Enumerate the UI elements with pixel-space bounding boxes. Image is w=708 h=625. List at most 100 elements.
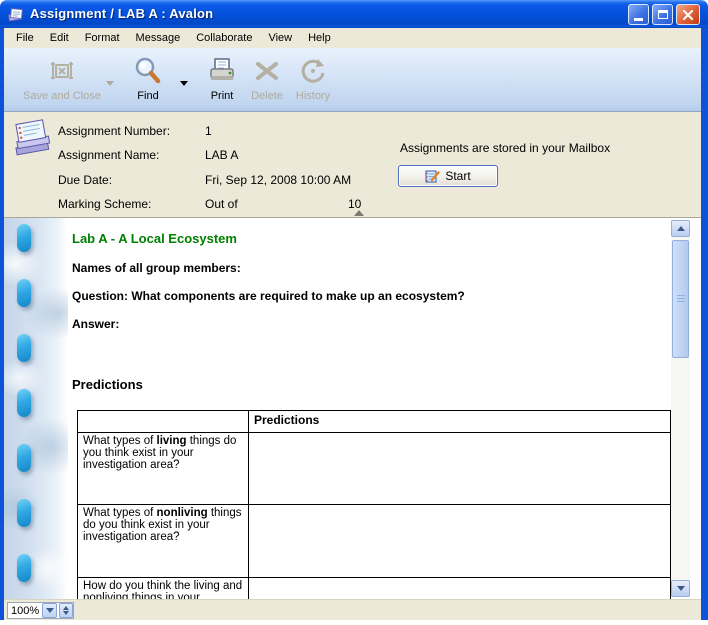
history-label: History bbox=[296, 90, 330, 102]
assignment-window: Assignment / LAB A : Avalon File Edit Fo… bbox=[0, 0, 708, 625]
question-text: How do you think the living and nonlivin… bbox=[83, 580, 242, 599]
start-button-label: Start bbox=[445, 169, 470, 183]
table-header-row: Predictions bbox=[78, 411, 671, 433]
menu-help[interactable]: Help bbox=[300, 30, 339, 46]
start-button[interactable]: Start bbox=[398, 165, 498, 187]
delete-label: Delete bbox=[251, 90, 283, 102]
question-text: What types of bbox=[83, 435, 157, 447]
menu-file[interactable]: File bbox=[8, 30, 42, 46]
marking-scheme-points: 10 bbox=[348, 197, 361, 211]
assignment-info-panel: Assignment Number: 1 Assignment Name: LA… bbox=[4, 112, 701, 218]
chevron-down-icon bbox=[46, 608, 54, 613]
chevron-down-icon bbox=[180, 81, 188, 86]
scrollbar-grip bbox=[677, 295, 685, 303]
binder-ring bbox=[17, 499, 31, 527]
statusbar: 100% bbox=[4, 599, 701, 620]
assignment-number-value: 1 bbox=[205, 124, 212, 138]
find-button[interactable]: Find bbox=[122, 51, 174, 109]
save-and-close-dropdown[interactable] bbox=[103, 76, 117, 90]
question-bold-word: nonliving bbox=[157, 507, 208, 519]
scroll-down-button[interactable] bbox=[671, 580, 690, 597]
vertical-scrollbar[interactable] bbox=[671, 220, 690, 597]
doc-paragraph: Names of all group members: bbox=[72, 261, 241, 275]
save-and-close-button[interactable]: Save and Close bbox=[22, 51, 102, 109]
window-frame: File Edit Format Message Collaborate Vie… bbox=[0, 28, 708, 620]
table-row: What types of living things do you think… bbox=[78, 433, 671, 505]
answer-cell bbox=[249, 433, 671, 505]
delete-button[interactable]: Delete bbox=[245, 51, 289, 109]
answer-cell bbox=[249, 505, 671, 578]
binder-ring bbox=[17, 444, 31, 472]
find-dropdown[interactable] bbox=[177, 76, 191, 90]
menu-view[interactable]: View bbox=[260, 30, 300, 46]
close-button[interactable] bbox=[676, 4, 700, 25]
predictions-section-title: Predictions bbox=[72, 377, 143, 392]
maximize-button[interactable] bbox=[652, 4, 673, 25]
print-button[interactable]: Print bbox=[199, 51, 245, 109]
notebook-binding bbox=[4, 218, 68, 599]
zoom-spinner[interactable] bbox=[59, 603, 73, 618]
assignment-name-value: LAB A bbox=[205, 148, 238, 162]
scroll-up-button[interactable] bbox=[671, 220, 690, 237]
history-icon bbox=[297, 55, 329, 87]
menu-edit[interactable]: Edit bbox=[42, 30, 77, 46]
spinner-down-icon bbox=[63, 611, 69, 615]
minimize-button[interactable] bbox=[628, 4, 649, 25]
history-button[interactable]: History bbox=[289, 51, 337, 109]
question-cell: How do you think the living and nonlivin… bbox=[78, 578, 249, 600]
chevron-up-icon bbox=[677, 226, 685, 231]
menu-collaborate[interactable]: Collaborate bbox=[188, 30, 260, 46]
scrollbar-thumb[interactable] bbox=[672, 240, 689, 358]
close-icon bbox=[682, 9, 694, 21]
chevron-down-icon bbox=[677, 586, 685, 591]
binder-ring bbox=[17, 389, 31, 417]
question-text: What types of bbox=[83, 507, 157, 519]
delete-icon bbox=[251, 55, 283, 87]
minimize-icon bbox=[634, 18, 643, 21]
save-and-close-icon bbox=[46, 55, 78, 87]
titlebar[interactable]: Assignment / LAB A : Avalon bbox=[0, 0, 708, 28]
app-icon bbox=[7, 5, 25, 23]
spinner-up-icon bbox=[63, 606, 69, 610]
window-title: Assignment / LAB A : Avalon bbox=[30, 6, 213, 21]
question-bold-word: living bbox=[157, 435, 187, 447]
find-icon bbox=[132, 55, 164, 87]
assignment-name-label: Assignment Name: bbox=[58, 148, 159, 162]
question-cell: What types of living things do you think… bbox=[78, 433, 249, 505]
zoom-control[interactable]: 100% bbox=[7, 602, 74, 619]
due-date-label: Due Date: bbox=[58, 173, 112, 187]
binder-ring bbox=[17, 224, 31, 252]
assignment-stack-icon bbox=[10, 117, 54, 161]
print-icon bbox=[206, 55, 238, 87]
table-row: What types of nonliving things do you th… bbox=[78, 505, 671, 578]
menu-format[interactable]: Format bbox=[77, 30, 128, 46]
document-area: Lab A - A Local Ecosystem Names of all g… bbox=[4, 218, 701, 599]
panel-collapse-handle[interactable] bbox=[354, 210, 364, 216]
toolbar: Save and Close Find bbox=[4, 48, 701, 112]
menu-message[interactable]: Message bbox=[128, 30, 189, 46]
menubar: File Edit Format Message Collaborate Vie… bbox=[4, 28, 701, 48]
assignment-number-label: Assignment Number: bbox=[58, 124, 170, 138]
zoom-level-value: 100% bbox=[8, 605, 42, 617]
start-icon bbox=[425, 169, 440, 184]
mailbox-note: Assignments are stored in your Mailbox bbox=[400, 141, 610, 155]
doc-paragraph: Answer: bbox=[72, 317, 119, 331]
document-title: Lab A - A Local Ecosystem bbox=[72, 231, 237, 246]
chevron-down-icon bbox=[106, 81, 114, 86]
predictions-table: Predictions What types of living things … bbox=[77, 410, 671, 599]
find-label: Find bbox=[137, 90, 158, 102]
table-corner-cell bbox=[78, 411, 249, 433]
print-label: Print bbox=[211, 90, 234, 102]
binder-ring bbox=[17, 279, 31, 307]
predictions-column-header: Predictions bbox=[249, 411, 671, 433]
table-row: How do you think the living and nonlivin… bbox=[78, 578, 671, 600]
doc-paragraph: Question: What components are required t… bbox=[72, 289, 465, 303]
save-and-close-label: Save and Close bbox=[23, 90, 101, 102]
answer-cell bbox=[249, 578, 671, 600]
binder-ring bbox=[17, 554, 31, 582]
zoom-dropdown-button[interactable] bbox=[42, 603, 57, 618]
marking-scheme-label: Marking Scheme: bbox=[58, 197, 151, 211]
marking-scheme-value: Out of bbox=[205, 197, 238, 211]
due-date-value: Fri, Sep 12, 2008 10:00 AM bbox=[205, 173, 351, 187]
maximize-icon bbox=[658, 10, 668, 19]
